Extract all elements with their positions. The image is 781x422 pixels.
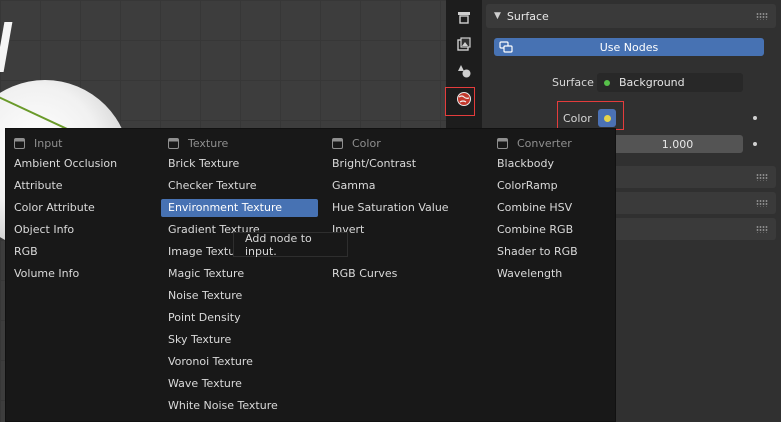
use-nodes-label: Use Nodes <box>599 40 659 54</box>
use-nodes-icon <box>499 41 513 53</box>
surface-shader-value: Background <box>619 76 685 89</box>
collapsed-panel-2[interactable] <box>612 192 776 214</box>
keyframe-dot-icon[interactable] <box>753 116 757 120</box>
menu-column-icon <box>332 137 343 149</box>
keyframe-dot-icon[interactable] <box>753 142 757 146</box>
menu-column-header-input: Input <box>14 135 62 151</box>
surface-shader-field[interactable]: Background <box>597 73 743 92</box>
drag-handle-icon[interactable] <box>756 12 768 20</box>
menu-column-icon <box>168 137 179 149</box>
menu-item-voronoi-texture[interactable]: Voronoi Texture <box>161 353 253 371</box>
menu-item-white-noise-texture[interactable]: White Noise Texture <box>161 397 278 415</box>
menu-item-rgb[interactable]: RGB <box>7 243 38 261</box>
menu-item-magic-texture[interactable]: Magic Texture <box>161 265 244 283</box>
menu-item-combine-hsv[interactable]: Combine HSV <box>490 199 572 217</box>
render-icon <box>458 12 470 24</box>
chevron-down-icon: ▼ <box>494 11 501 21</box>
menu-column-icon <box>497 137 508 149</box>
surface-panel-title: Surface <box>506 9 549 23</box>
menu-item-attribute[interactable]: Attribute <box>7 177 63 195</box>
menu-item-sky-texture[interactable]: Sky Texture <box>161 331 231 349</box>
menu-item-object-info[interactable]: Object Info <box>7 221 74 239</box>
menu-item-environment-texture[interactable]: Environment Texture <box>161 199 318 217</box>
strength-field[interactable]: 1.000 <box>612 135 743 153</box>
menu-item-colorramp[interactable]: ColorRamp <box>490 177 558 195</box>
tab-render[interactable] <box>452 5 476 29</box>
drag-handle-icon[interactable] <box>756 199 768 207</box>
menu-item-brick-texture[interactable]: Brick Texture <box>161 155 239 173</box>
use-nodes-button[interactable]: Use Nodes <box>494 38 764 56</box>
view-layer-icon <box>458 65 471 78</box>
shader-socket-icon <box>604 79 610 86</box>
menu-item-rgb-curves[interactable]: RGB Curves <box>325 265 397 283</box>
menu-item-gamma[interactable]: Gamma <box>325 177 375 195</box>
menu-item-shader-to-rgb[interactable]: Shader to RGB <box>490 243 578 261</box>
drag-handle-icon[interactable] <box>756 173 768 181</box>
collapsed-panel-3[interactable] <box>612 218 776 240</box>
drag-handle-icon[interactable] <box>756 225 768 233</box>
menu-item-point-density[interactable]: Point Density <box>161 309 241 327</box>
menu-item-checker-texture[interactable]: Checker Texture <box>161 177 257 195</box>
tab-view-layer[interactable] <box>452 59 476 83</box>
menu-item-ambient-occlusion[interactable]: Ambient Occlusion <box>7 155 117 173</box>
menu-item-noise-texture[interactable]: Noise Texture <box>161 287 242 305</box>
output-icon <box>457 37 471 51</box>
surface-socket-label: Surface <box>552 76 594 89</box>
menu-column-icon <box>14 137 25 149</box>
tab-output[interactable] <box>452 32 476 56</box>
surface-panel-header[interactable]: ▼ Surface <box>486 4 776 28</box>
menu-item-combine-rgb[interactable]: Combine RGB <box>490 221 573 239</box>
tooltip: Add node to input. <box>233 232 348 258</box>
menu-column-header-color: Color <box>332 135 381 151</box>
menu-item-wavelength[interactable]: Wavelength <box>490 265 562 283</box>
strength-value: 1.000 <box>661 137 694 151</box>
menu-column-header-converter: Converter <box>497 135 572 151</box>
link-node-menu: Input Ambient Occlusion Attribute Color … <box>5 128 616 422</box>
menu-item-volume-info[interactable]: Volume Info <box>7 265 79 283</box>
menu-column-header-texture: Texture <box>168 135 228 151</box>
menu-item-color-attribute[interactable]: Color Attribute <box>7 199 95 217</box>
menu-item-blackbody[interactable]: Blackbody <box>490 155 554 173</box>
menu-item-wave-texture[interactable]: Wave Texture <box>161 375 242 393</box>
collapsed-panel-1[interactable] <box>612 166 776 188</box>
menu-item-hue-saturation-value[interactable]: Hue Saturation Value <box>325 199 449 217</box>
menu-item-bright-contrast[interactable]: Bright/Contrast <box>325 155 416 173</box>
world-tab-highlight <box>445 87 475 116</box>
color-socket-highlight <box>557 101 624 130</box>
